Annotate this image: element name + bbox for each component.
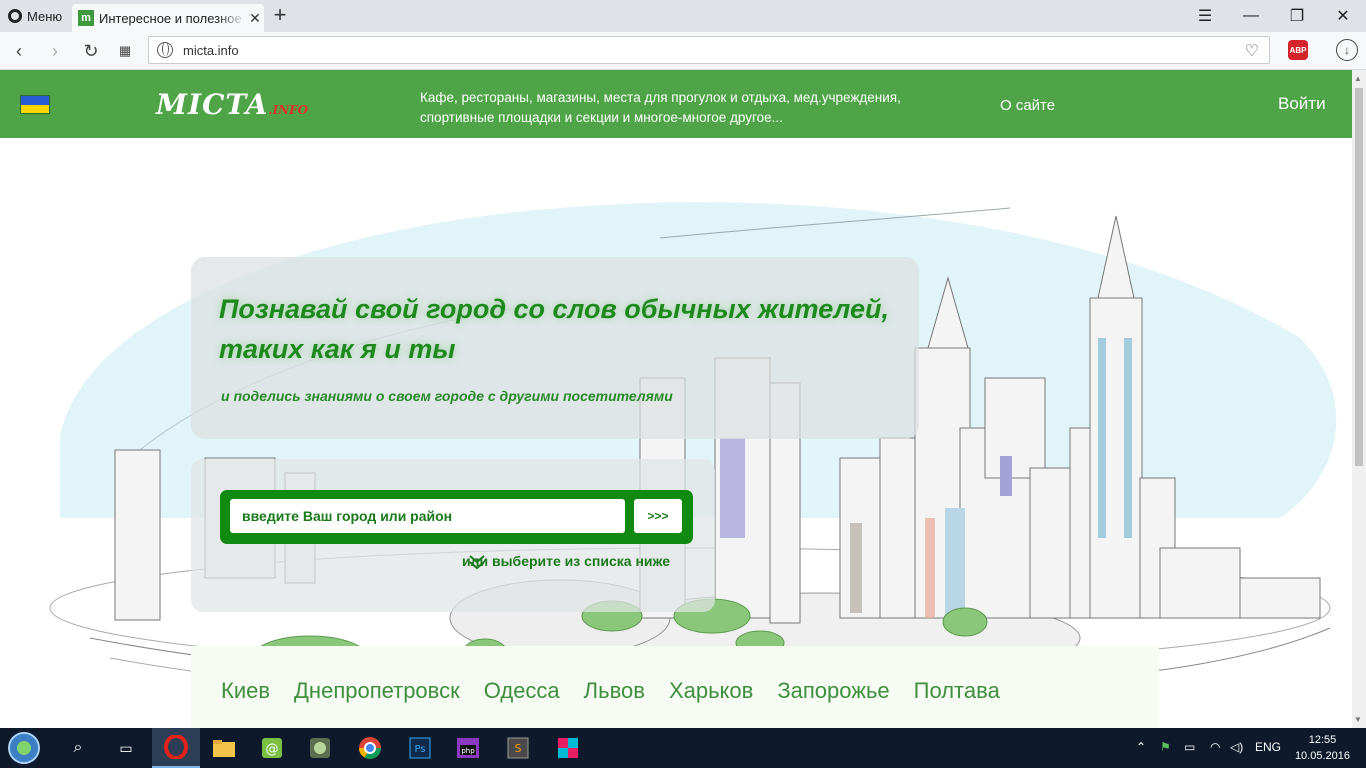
taskbar-evernote[interactable]	[296, 728, 344, 768]
new-tab-button[interactable]: +	[268, 4, 292, 28]
forward-arrow-icon[interactable]: ›	[42, 38, 68, 64]
headline-box: Познавай свой город со слов обычных жите…	[191, 257, 919, 439]
search-icon[interactable]: ⌕	[54, 728, 102, 768]
page-scrollbar[interactable]: ▲ ▼	[1352, 70, 1366, 728]
address-toolbar: ‹ › ↻ ▦ micta.info ♡ ABP ↓	[0, 32, 1366, 70]
city-link-zaporizhzhia[interactable]: Запорожье	[777, 678, 889, 704]
city-search-panel: >>> или выберите из списка ниже	[191, 459, 715, 612]
clock-time: 12:55	[1308, 734, 1337, 746]
reload-icon[interactable]: ↻	[78, 38, 104, 64]
taskbar-mail-agent[interactable]: @	[248, 728, 296, 768]
restore-button[interactable]: ❐	[1274, 0, 1320, 32]
browser-tab-active[interactable]: m Интересное и полезное р ✕	[72, 4, 264, 32]
clock-date: 10.05.2016	[1294, 750, 1350, 762]
tab-close-icon[interactable]: ✕	[246, 10, 264, 27]
login-link[interactable]: Войти	[1278, 94, 1326, 114]
svg-text:S: S	[515, 742, 522, 755]
hero-headline: Познавай свой город со слов обычных жите…	[219, 289, 889, 369]
svg-text:@: @	[266, 742, 279, 757]
city-list: Киев Днепропетровск Одесса Львов Харьков…	[191, 646, 1159, 728]
choose-text: или выберите из списка ниже	[462, 553, 671, 569]
logo-main: MICTA	[156, 88, 269, 121]
phpstorm-icon: php	[457, 738, 479, 758]
city-search-input[interactable]	[230, 499, 625, 533]
ukraine-flag-icon[interactable]	[20, 95, 50, 114]
taskbar-opera[interactable]	[152, 728, 200, 768]
scrollbar-thumb[interactable]	[1355, 88, 1363, 466]
chrome-icon	[359, 737, 381, 759]
language-indicator[interactable]: ENG	[1255, 740, 1281, 754]
tagline-line-1: Кафе, рестораны, магазины, места для про…	[420, 90, 901, 105]
city-link-kyiv[interactable]: Киев	[221, 678, 270, 704]
tab-title: Интересное и полезное р	[99, 10, 246, 26]
tray-flag-icon[interactable]: ⚑	[1160, 740, 1171, 754]
double-chevron-down-icon	[469, 555, 485, 570]
close-window-button[interactable]: ✕	[1320, 0, 1366, 32]
wifi-icon[interactable]: ◠	[1210, 740, 1220, 754]
headline-line-2: таких как я и ты	[219, 334, 456, 364]
hero-section: Познавай свой город со слов обычных жите…	[0, 138, 1352, 698]
bookmark-heart-icon[interactable]: ♡	[1245, 41, 1259, 61]
minimize-button[interactable]: —	[1228, 0, 1274, 32]
tray-overflow-chevron-icon[interactable]: ⌃	[1136, 740, 1146, 754]
logo-suffix: .INFO	[268, 103, 309, 117]
mail-agent-icon: @	[262, 738, 282, 758]
url-text: micta.info	[183, 42, 239, 58]
svg-text:Ps: Ps	[414, 744, 425, 755]
taskbar-file-explorer[interactable]	[200, 728, 248, 768]
taskbar-sublime-text[interactable]: S	[494, 728, 542, 768]
headline-line-1: Познавай свой город со слов обычных жите…	[219, 294, 890, 324]
site-favicon-icon: m	[78, 10, 94, 26]
taskbar-app-tiles[interactable]	[544, 728, 592, 768]
evernote-icon	[310, 738, 330, 758]
opera-menu-button[interactable]: Меню	[0, 0, 70, 32]
sublime-icon: S	[507, 737, 529, 759]
back-arrow-icon[interactable]: ‹	[6, 38, 32, 64]
browser-tab-strip: Меню m Интересное и полезное р ✕ + ☰ — ❐…	[0, 0, 1366, 32]
battery-icon[interactable]: ▭	[1184, 740, 1195, 754]
volume-icon[interactable]: ◁)	[1230, 740, 1243, 754]
city-link-lviv[interactable]: Львов	[584, 678, 645, 704]
site-header: MICTA.INFO Кафе, рестораны, магазины, ме…	[0, 70, 1352, 138]
svg-text:php: php	[461, 747, 475, 755]
choose-from-list-link[interactable]: или выберите из списка ниже	[462, 553, 671, 570]
city-link-odesa[interactable]: Одесса	[484, 678, 560, 704]
taskbar-chrome[interactable]	[346, 728, 394, 768]
city-link-dnipropetrovsk[interactable]: Днепропетровск	[294, 678, 460, 704]
web-page: MICTA.INFO Кафе, рестораны, магазины, ме…	[0, 70, 1352, 728]
city-link-kharkiv[interactable]: Харьков	[669, 678, 753, 704]
scroll-up-arrow-icon[interactable]: ▲	[1354, 74, 1362, 83]
menu-label: Меню	[27, 8, 63, 24]
speed-dial-grid-icon[interactable]: ▦	[112, 38, 138, 64]
start-orb-icon	[8, 732, 40, 764]
adblock-plus-icon[interactable]: ABP	[1288, 40, 1308, 60]
url-field[interactable]: micta.info ♡	[148, 36, 1270, 64]
tab-menu-icon[interactable]: ☰	[1182, 0, 1228, 32]
globe-icon	[157, 42, 173, 58]
opera-logo-icon	[8, 9, 22, 23]
search-submit-button[interactable]: >>>	[634, 499, 682, 533]
search-frame: >>>	[220, 490, 693, 544]
tagline-line-2: спортивные площадки и секции и многое-мн…	[420, 110, 783, 125]
opera-icon	[164, 735, 188, 759]
taskbar-photoshop[interactable]: Ps	[396, 728, 444, 768]
download-icon[interactable]: ↓	[1336, 39, 1358, 61]
windows-taskbar: ⌕ ▭ @ Ps php S ⌃ ⚑ ▭ ◠ ◁) ENG 12:55 10.0…	[0, 728, 1366, 768]
city-link-poltava[interactable]: Полтава	[914, 678, 1000, 704]
taskbar-phpstorm[interactable]: php	[444, 728, 492, 768]
start-button[interactable]	[0, 728, 48, 768]
site-logo[interactable]: MICTA.INFO	[156, 88, 308, 121]
hero-subline: и поделись знаниями о своем городе с дру…	[221, 388, 673, 404]
system-clock[interactable]: 12:55 10.05.2016	[1295, 732, 1350, 764]
task-view-icon[interactable]: ▭	[102, 728, 150, 768]
about-link[interactable]: О сайте	[1000, 97, 1055, 114]
site-tagline: Кафе, рестораны, магазины, места для про…	[420, 88, 940, 128]
folder-icon	[213, 740, 235, 757]
tiles-app-icon	[558, 738, 578, 758]
photoshop-icon: Ps	[409, 737, 431, 759]
scroll-down-arrow-icon[interactable]: ▼	[1354, 715, 1362, 724]
